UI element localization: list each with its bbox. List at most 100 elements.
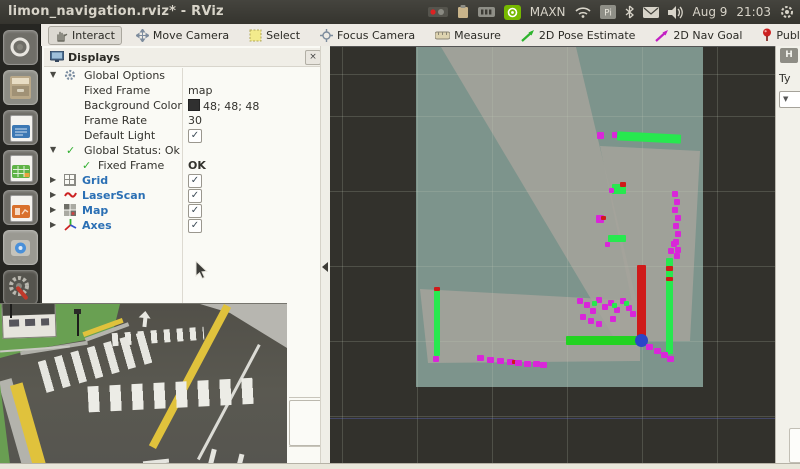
libreoffice-impress-icon[interactable] [3, 190, 38, 225]
tool-2d-pose-estimate[interactable]: 2D Pose Estimate [515, 27, 642, 44]
expander-icon[interactable]: ▶ [50, 205, 56, 214]
lane-dash [208, 449, 216, 464]
tray-time[interactable]: 21:03 [736, 5, 771, 19]
scan-green [624, 301, 629, 306]
scan-magenta [675, 215, 681, 221]
libreoffice-calc-icon[interactable] [3, 150, 38, 185]
session-gear-icon[interactable] [780, 5, 794, 19]
laserscan-checkbox[interactable]: ✓ [188, 189, 202, 203]
window-titlebar[interactable]: limon_navigation.rviz* - RViz MAXN Pi Au [0, 0, 800, 24]
battery-indicator-icon[interactable] [478, 6, 495, 18]
ubuntu-dash-icon[interactable] [3, 30, 38, 65]
scan-magenta [515, 360, 522, 366]
view-type-dropdown[interactable]: ▼ [779, 91, 800, 108]
tree-row-fixed-frame[interactable]: Fixed Frame map [42, 83, 320, 98]
nvidia-icon[interactable] [504, 5, 521, 20]
scan-magenta [667, 356, 674, 362]
close-icon[interactable]: × [305, 50, 321, 65]
tree-row-laserscan[interactable]: ▶ LaserScan ✓ [42, 188, 320, 203]
svg-text:Pi: Pi [604, 9, 612, 19]
scan-magenta [588, 318, 594, 324]
gear-icon [64, 69, 76, 81]
wifi-icon[interactable] [575, 6, 591, 18]
scan-magenta [487, 357, 494, 363]
expander-icon[interactable]: ▶ [50, 190, 56, 199]
software-center-icon[interactable] [3, 230, 38, 265]
scan-magenta [605, 242, 610, 247]
tool-select[interactable]: Select [243, 27, 306, 44]
3d-render-view[interactable] [330, 46, 775, 464]
tool-focus-camera[interactable]: Focus Camera [314, 27, 421, 44]
volume-icon[interactable] [668, 6, 684, 19]
clipboard-icon[interactable] [457, 5, 469, 19]
files-icon[interactable] [3, 70, 38, 105]
libreoffice-writer-icon[interactable] [3, 110, 38, 145]
nav-goal-arrow-icon [655, 29, 669, 42]
tool-publish-point[interactable]: Publish Point [756, 26, 800, 44]
scan-magenta [646, 344, 653, 350]
expander-icon[interactable]: ▶ [50, 175, 56, 184]
collapse-left-icon[interactable] [322, 262, 328, 272]
tree-row-frame-rate[interactable]: Frame Rate 30 [42, 113, 320, 128]
scan-magenta [580, 314, 586, 320]
tree-row-background-color[interactable]: Background Color 48; 48; 48 [42, 98, 320, 113]
expander-icon[interactable]: ▼ [50, 70, 56, 79]
focus-crosshair-icon [320, 29, 333, 42]
grid-icon [64, 174, 76, 186]
tree-row-default-light[interactable]: Default Light ✓ [42, 128, 320, 143]
scan-magenta [533, 361, 540, 367]
map-pin-icon [762, 28, 772, 42]
window-title: limon_navigation.rviz* - RViz [8, 4, 224, 19]
expander-icon[interactable]: ▶ [50, 220, 56, 229]
scan-magenta [668, 248, 674, 254]
system-settings-icon[interactable] [3, 270, 38, 305]
bluetooth-icon[interactable] [625, 5, 634, 19]
arrow-marking-head [139, 310, 152, 318]
screen-record-icon[interactable] [428, 6, 448, 18]
tree-row-axes[interactable]: ▶ Axes ✓ [42, 218, 320, 233]
expander-icon[interactable]: ▼ [50, 145, 56, 154]
tool-measure[interactable]: Measure [429, 27, 507, 44]
tree-row-global-status[interactable]: ▼ ✓ Global Status: Ok [42, 143, 320, 158]
displays-panel-header[interactable]: Displays × [44, 48, 320, 67]
default-light-checkbox[interactable]: ✓ [188, 129, 202, 143]
rviz-window: limon_navigation.rviz* - RViz MAXN Pi Au [0, 0, 800, 469]
fixed-frame-value[interactable]: map [188, 84, 212, 97]
scan-green [608, 235, 626, 242]
axes-checkbox[interactable]: ✓ [188, 219, 202, 233]
type-label-fragment: Ty [779, 72, 791, 85]
tool-interact[interactable]: Interact [48, 26, 122, 45]
input-indicator-icon[interactable]: Pi [600, 5, 616, 19]
rviz-toolbar: Interact Move Camera Select Focus Camera… [40, 24, 800, 47]
scan-red [601, 216, 606, 220]
hand-icon [55, 29, 68, 42]
ruler-icon [435, 31, 450, 40]
mail-icon[interactable] [643, 7, 659, 18]
move-icon [136, 29, 149, 42]
grid-checkbox[interactable]: ✓ [188, 174, 202, 188]
scan-magenta [584, 302, 590, 308]
scan-magenta [596, 321, 602, 327]
tray-date[interactable]: Aug 9 [693, 5, 728, 19]
frame-rate-value[interactable]: 30 [188, 114, 202, 127]
tree-row-grid[interactable]: ▶ Grid ✓ [42, 173, 320, 188]
panel-header-icon[interactable]: H [780, 48, 798, 63]
tree-row-global-options[interactable]: ▼ Global Options [42, 68, 320, 83]
pole [77, 312, 79, 336]
gpu-mode-label[interactable]: MAXN [530, 5, 566, 19]
map-icon [64, 204, 76, 216]
tool-move-camera[interactable]: Move Camera [130, 27, 235, 44]
scan-magenta [610, 316, 616, 322]
tree-row-status-fixed-frame[interactable]: ✓ Fixed Frame OK [42, 158, 320, 173]
map-checkbox[interactable]: ✓ [188, 204, 202, 218]
camera-image-view[interactable] [0, 303, 287, 464]
status-ok-icon: ✓ [66, 144, 75, 157]
laserscan-icon [64, 189, 77, 200]
scan-magenta [477, 355, 484, 361]
scan-magenta [675, 231, 681, 237]
views-panel-sliver: H Ty ▼ [775, 46, 800, 463]
tool-2d-nav-goal[interactable]: 2D Nav Goal [649, 27, 748, 44]
background-color-value[interactable]: 48; 48; 48 [188, 99, 259, 113]
tree-row-map[interactable]: ▶ Map ✓ [42, 203, 320, 218]
scan-green [612, 303, 617, 308]
